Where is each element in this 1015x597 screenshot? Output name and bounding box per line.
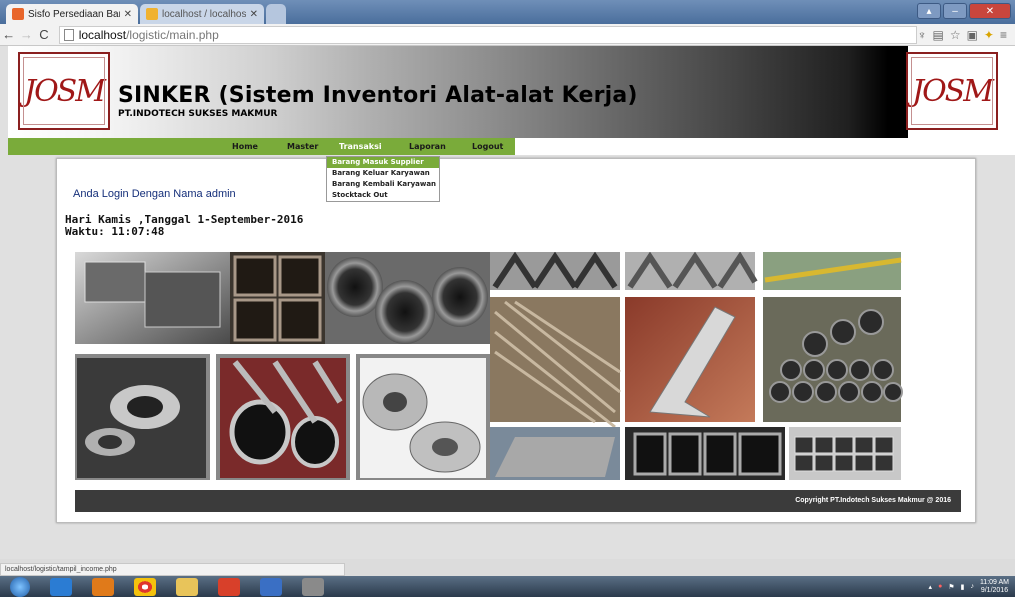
- ie-icon[interactable]: [50, 577, 72, 596]
- tray-arrow-icon[interactable]: ▴: [929, 583, 933, 591]
- page-icon: [63, 28, 74, 41]
- tray-volume-icon[interactable]: ♪: [970, 583, 974, 590]
- bulb-icon[interactable]: ♆: [917, 28, 926, 42]
- company-logo-left: JOSM: [18, 52, 110, 130]
- page-footer: Copyright PT.Indotech Sukses Makmur @ 20…: [75, 490, 961, 512]
- bookmark-star-icon[interactable]: ☆: [950, 28, 961, 42]
- chrome-icon[interactable]: [134, 577, 156, 596]
- back-arrow-icon[interactable]: ←: [0, 27, 18, 42]
- site-title: SINKER (Sistem Inventori Alat-alat Kerja…: [118, 83, 638, 108]
- company-logo-right: JOSM: [906, 52, 998, 130]
- reload-icon[interactable]: C: [35, 27, 53, 42]
- site-header: JOSM SINKER (Sistem Inventori Alat-alat …: [8, 46, 1015, 138]
- navbar-blank-area: [515, 138, 1015, 155]
- site-favicon-icon: [12, 8, 24, 20]
- nav-transaksi[interactable]: Transaksi: [339, 138, 382, 155]
- nav-logout[interactable]: Logout: [472, 138, 503, 155]
- menu-icon[interactable]: ≡: [1000, 28, 1007, 42]
- browser-tab-phpmyadmin[interactable]: localhost / localhost / log ✕: [140, 4, 264, 24]
- window-minimize-button[interactable]: –: [943, 3, 967, 19]
- word-icon[interactable]: [260, 577, 282, 596]
- app-red-icon[interactable]: [218, 577, 240, 596]
- address-bar[interactable]: localhost/logistic/main.php: [58, 25, 918, 44]
- link-status-bar: localhost/logistic/tampil_income.php: [0, 563, 345, 576]
- window-controls: ▴ – ✕: [917, 3, 1011, 19]
- web-page: JOSM SINKER (Sistem Inventori Alat-alat …: [0, 46, 1015, 559]
- tray-signal-icon[interactable]: ▮: [961, 583, 965, 591]
- clock-date: 9/1/2016: [980, 586, 1009, 594]
- browser-toolbar: ← → C localhost/logistic/main.php ♆ ▤ ☆ …: [0, 24, 1015, 46]
- tab-title: Sisfo Persediaan Barang: [28, 8, 120, 20]
- media-player-icon[interactable]: [92, 577, 114, 596]
- windows-taskbar: ▴ ● ⚑ ▮ ♪ 11:09 AM 9/1/2016: [0, 576, 1015, 597]
- extension-icon[interactable]: ✦: [984, 28, 994, 42]
- tab-close-icon[interactable]: ✕: [124, 9, 132, 20]
- clock-time: 11:09 AM: [979, 578, 1009, 586]
- welcome-message: Anda Login Dengan Nama admin: [73, 188, 236, 200]
- company-name: PT.INDOTECH SUKSES MAKMUR: [118, 109, 278, 119]
- tab-close-icon[interactable]: ✕: [250, 9, 258, 20]
- new-tab-button[interactable]: [266, 4, 286, 24]
- forward-arrow-icon[interactable]: →: [18, 27, 36, 42]
- system-tray: ▴ ● ⚑ ▮ ♪ 11:09 AM 9/1/2016: [929, 579, 1015, 595]
- nav-laporan[interactable]: Laporan: [409, 138, 446, 155]
- browser-titlebar: Sisfo Persediaan Barang ✕ localhost / lo…: [0, 0, 1015, 24]
- browser-tab-active[interactable]: Sisfo Persediaan Barang ✕: [6, 4, 138, 24]
- cast-icon[interactable]: ▣: [967, 28, 978, 42]
- translate-icon[interactable]: ▤: [932, 28, 943, 42]
- logo-text: JOSM: [912, 73, 994, 109]
- menu-item-barang-keluar-karyawan[interactable]: Barang Keluar Karyawan: [327, 168, 439, 179]
- transaksi-dropdown-menu: Barang Masuk Supplier Barang Keluar Kary…: [326, 156, 440, 202]
- paint-icon[interactable]: [302, 577, 324, 596]
- steel-products-collage: [75, 252, 903, 480]
- tab-title: localhost / localhost / log: [162, 8, 246, 20]
- window-restore-button[interactable]: ▴: [917, 3, 941, 19]
- date-time-info: Hari Kamis ,Tanggal 1-September-2016 Wak…: [65, 214, 303, 238]
- logo-text: JOSM: [24, 73, 106, 109]
- nav-master[interactable]: Master: [287, 138, 318, 155]
- menu-item-barang-kembali-karyawan[interactable]: Barang Kembali Karyawan: [327, 179, 439, 190]
- url-path: /logistic/main.php: [126, 27, 219, 42]
- menu-item-barang-masuk-supplier[interactable]: Barang Masuk Supplier: [327, 157, 439, 168]
- phpmyadmin-favicon-icon: [146, 8, 158, 20]
- tray-flag-icon[interactable]: ⚑: [948, 583, 954, 591]
- main-navbar: Home Master Transaksi Laporan Logout: [8, 138, 515, 155]
- system-clock[interactable]: 11:09 AM 9/1/2016: [980, 579, 1009, 595]
- window-close-button[interactable]: ✕: [969, 3, 1011, 19]
- nav-home[interactable]: Home: [232, 138, 258, 155]
- start-button-icon[interactable]: [10, 576, 30, 597]
- menu-item-stocktack-out[interactable]: Stocktack Out: [327, 190, 439, 201]
- folder-icon[interactable]: [176, 577, 198, 596]
- main-content: Anda Login Dengan Nama admin Hari Kamis …: [56, 158, 976, 523]
- extension-icons: ♆ ▤ ☆ ▣ ✦ ≡: [917, 28, 1015, 42]
- url-host: localhost: [78, 27, 127, 42]
- time-text: Waktu: 11:07:48: [65, 225, 165, 238]
- tray-antivirus-icon[interactable]: ●: [938, 583, 942, 590]
